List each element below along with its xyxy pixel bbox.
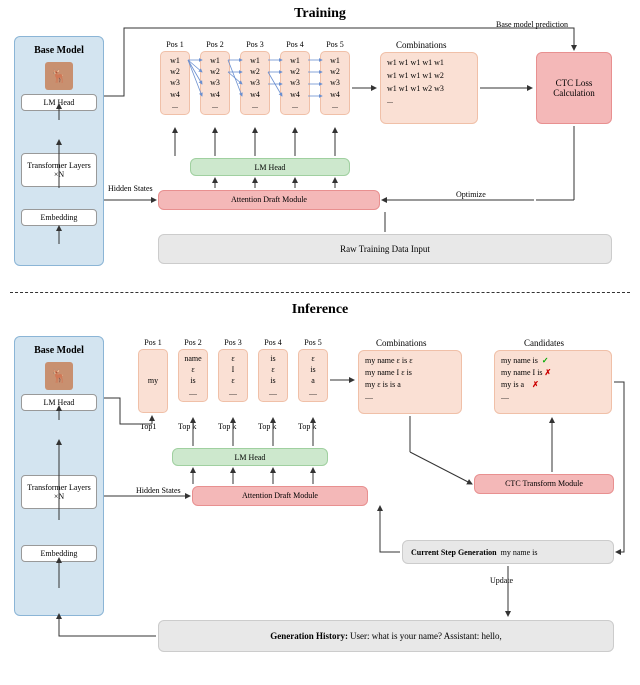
inference-arrows — [0, 0, 640, 685]
